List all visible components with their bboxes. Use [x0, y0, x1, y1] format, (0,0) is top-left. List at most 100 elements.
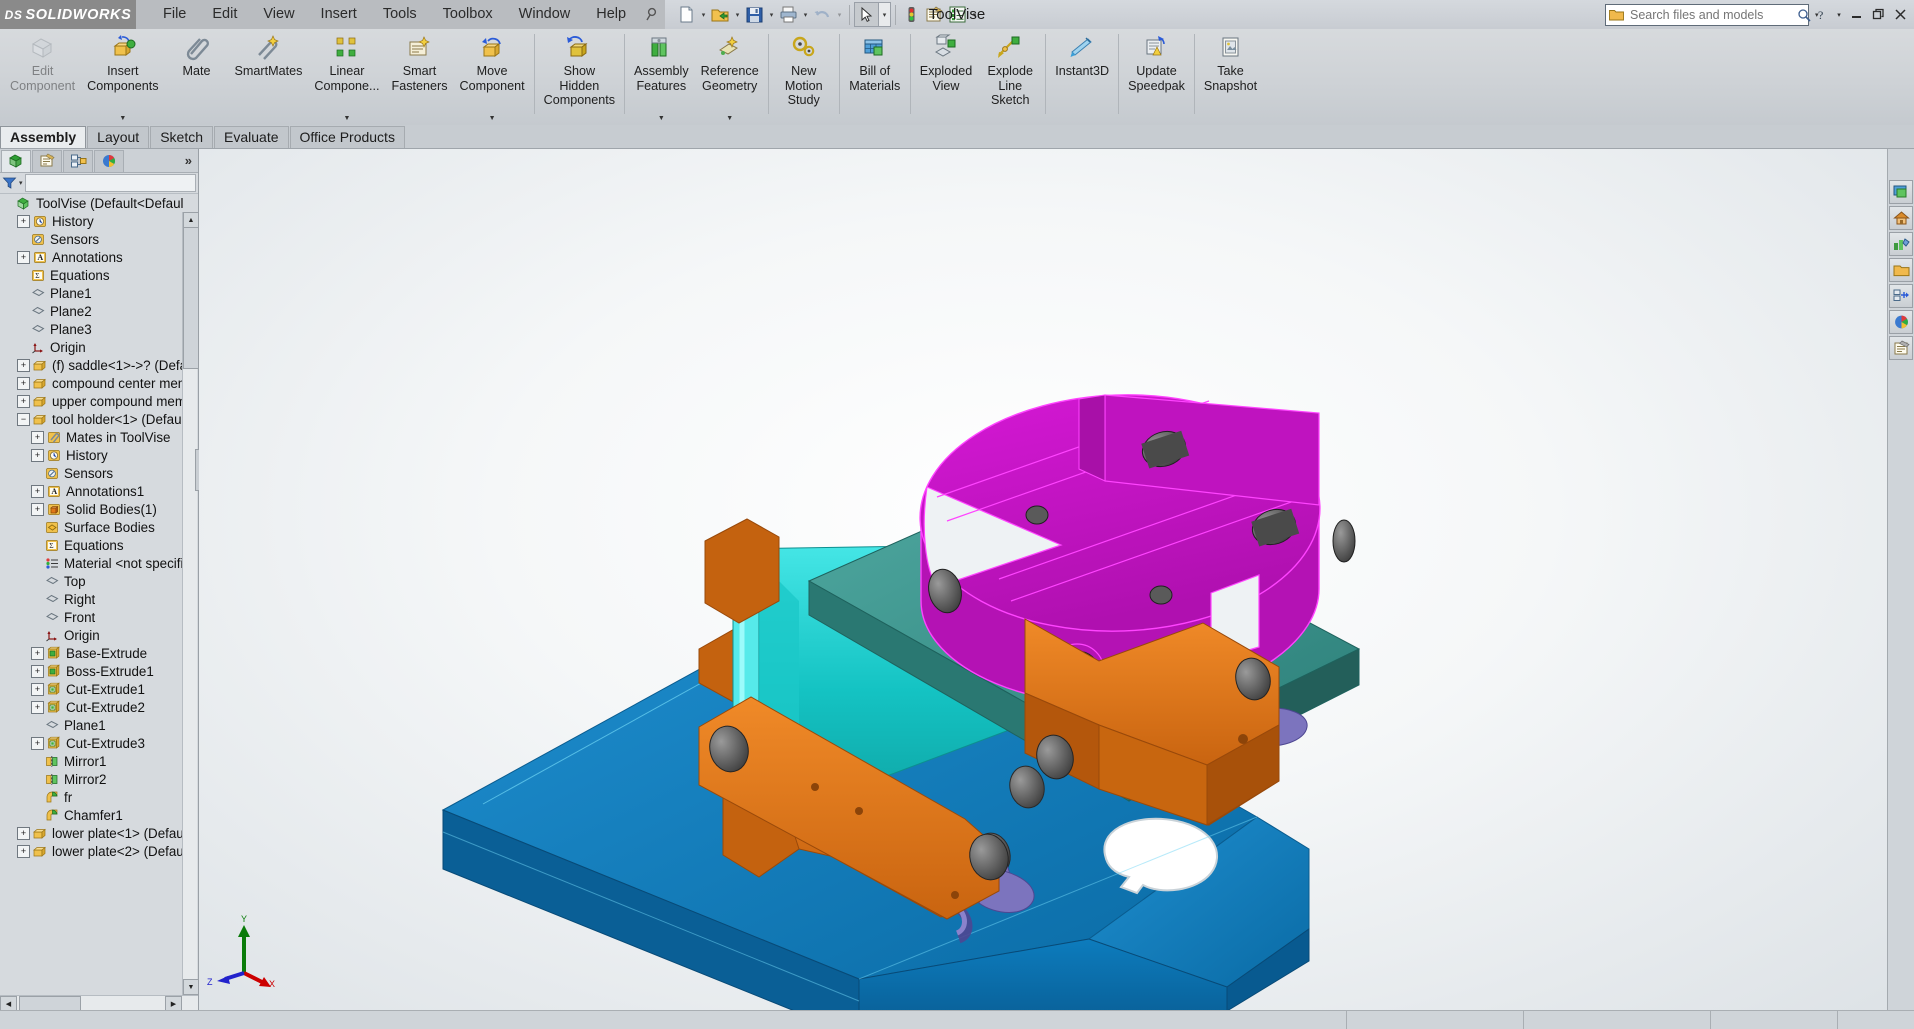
close-icon[interactable]: [1891, 4, 1910, 26]
tree-node[interactable]: ToolVise (Default<Default_: [0, 194, 183, 212]
ribbon-dropdown-arrow[interactable]: ▼: [658, 115, 665, 125]
tree-expander-minus[interactable]: −: [17, 412, 30, 426]
show-hidden-components-button[interactable]: Show Hidden Components: [538, 29, 621, 125]
tree-node[interactable]: Surface Bodies: [0, 518, 183, 536]
tree-node[interactable]: Chamfer1: [0, 806, 183, 824]
toolvise-3d-model[interactable]: [199, 149, 1888, 1011]
move-component-button[interactable]: Move Component ▼: [454, 29, 531, 125]
search-input[interactable]: [1628, 6, 1793, 23]
select-button[interactable]: [854, 2, 880, 27]
ribbon-dropdown-arrow[interactable]: ▼: [343, 115, 350, 125]
instant3d-button[interactable]: Instant3D: [1049, 29, 1115, 125]
tree-vertical-scrollbar[interactable]: ▲ ▼: [182, 212, 198, 1011]
tree-node[interactable]: + History: [0, 446, 183, 464]
tree-node[interactable]: Sensors: [0, 464, 183, 482]
tree-expander-plus[interactable]: +: [17, 844, 30, 858]
sw-resources-icon[interactable]: [1889, 180, 1913, 204]
menu-insert[interactable]: Insert: [308, 0, 370, 29]
menu-tools[interactable]: Tools: [370, 0, 430, 29]
tree-node[interactable]: + Boss-Extrude1: [0, 662, 183, 680]
tab-office-products[interactable]: Office Products: [289, 126, 405, 148]
appearances-sphere-icon[interactable]: [1889, 310, 1913, 334]
new-document-dropdown[interactable]: ▾: [698, 3, 709, 26]
tree-expander-plus[interactable]: +: [17, 358, 30, 372]
print-button[interactable]: [777, 3, 800, 26]
tree-node[interactable]: Front: [0, 608, 183, 626]
help-button[interactable]: ?: [1812, 4, 1831, 26]
settings-button[interactable]: [946, 3, 969, 26]
tree-node[interactable]: Origin: [0, 338, 183, 356]
tree-hscroll-thumb[interactable]: [19, 996, 81, 1011]
tree-expander-plus[interactable]: +: [31, 664, 44, 678]
rebuild-button[interactable]: [900, 3, 923, 26]
menu-file[interactable]: File: [150, 0, 199, 29]
ribbon-dropdown-arrow[interactable]: ▼: [726, 115, 733, 125]
graphics-viewport[interactable]: ▼▼▼▼▼: [199, 149, 1914, 1011]
feature-manager-tab[interactable]: [1, 149, 31, 172]
search-box[interactable]: ▾: [1605, 3, 1819, 26]
menu-window[interactable]: Window: [506, 0, 584, 29]
view-palette-icon[interactable]: [1889, 284, 1913, 308]
update-speedpak-button[interactable]: Update Speedpak: [1122, 29, 1191, 125]
tree-expander-plus[interactable]: +: [31, 502, 44, 516]
tree-node[interactable]: Plane2: [0, 302, 183, 320]
tree-expander-plus[interactable]: +: [17, 214, 30, 228]
tree-node[interactable]: Sensors: [0, 230, 183, 248]
help-dropdown[interactable]: ▾: [1834, 4, 1844, 26]
tree-horizontal-scrollbar[interactable]: ◀ ▶: [0, 995, 198, 1011]
ribbon-dropdown-arrow[interactable]: ▼: [489, 115, 496, 125]
configuration-manager-tab[interactable]: [63, 149, 93, 172]
ribbon-dropdown-arrow[interactable]: ▼: [119, 115, 126, 125]
tree-node[interactable]: + Cut-Extrude1: [0, 680, 183, 698]
tab-layout[interactable]: Layout: [87, 126, 150, 148]
options-button[interactable]: [923, 3, 946, 26]
undo-dropdown[interactable]: ▾: [834, 3, 845, 26]
tree-node[interactable]: fr: [0, 788, 183, 806]
pushpin-icon[interactable]: [639, 0, 665, 29]
tree-node[interactable]: + lower plate<2> (Defaul: [0, 842, 183, 860]
tab-evaluate[interactable]: Evaluate: [214, 126, 289, 148]
tree-expander-plus[interactable]: +: [31, 646, 44, 660]
tree-node[interactable]: + Cut-Extrude3: [0, 734, 183, 752]
bill-of-materials-button[interactable]: Bill of Materials: [843, 29, 907, 125]
tree-node[interactable]: + (f) saddle<1>->? (Defa: [0, 356, 183, 374]
saddle-left-tab[interactable]: [704, 518, 780, 624]
mate-button[interactable]: Mate: [165, 29, 229, 125]
open-document-dropdown[interactable]: ▾: [732, 3, 743, 26]
tree-expander-plus[interactable]: +: [17, 376, 30, 390]
tree-node[interactable]: + A Annotations: [0, 248, 183, 266]
open-document-button[interactable]: [709, 3, 732, 26]
tree-node[interactable]: Material <not specifi: [0, 554, 183, 572]
design-library-home-icon[interactable]: [1889, 206, 1913, 230]
take-snapshot-button[interactable]: Take Snapshot: [1198, 29, 1263, 125]
edit-component-button[interactable]: Edit Component: [4, 29, 81, 125]
tree-node[interactable]: Plane3: [0, 320, 183, 338]
smart-fasteners-button[interactable]: Smart Fasteners: [386, 29, 454, 125]
tree-node[interactable]: + Base-Extrude: [0, 644, 183, 662]
tree-node[interactable]: Right: [0, 590, 183, 608]
explode-line-sketch-button[interactable]: Explode Line Sketch: [978, 29, 1042, 125]
exploded-view-button[interactable]: Exploded View: [914, 29, 979, 125]
settings-dropdown[interactable]: ▾: [969, 3, 980, 26]
tree-node[interactable]: Σ Equations: [0, 266, 183, 284]
menu-view[interactable]: View: [250, 0, 307, 29]
tree-node[interactable]: + lower plate<1> (Defaul: [0, 824, 183, 842]
tree-node[interactable]: + History: [0, 212, 183, 230]
insert-components-button[interactable]: Insert Components ▼: [81, 29, 164, 125]
reference-geometry-button[interactable]: Reference Geometry ▼: [695, 29, 765, 125]
tree-expander-plus[interactable]: +: [31, 430, 44, 444]
undo-button[interactable]: [811, 3, 834, 26]
tab-assembly[interactable]: Assembly: [0, 126, 87, 148]
save-button[interactable]: [743, 3, 766, 26]
tree-scroll-right-button[interactable]: ▶: [165, 996, 182, 1011]
custom-properties-icon[interactable]: [1889, 336, 1913, 360]
tree-node[interactable]: + Cut-Extrude2: [0, 698, 183, 716]
tree-expander-plus[interactable]: +: [31, 484, 44, 498]
tree-node[interactable]: + Mates in ToolVise: [0, 428, 183, 446]
filter-funnel-icon[interactable]: [2, 176, 17, 190]
menu-toolbox[interactable]: Toolbox: [430, 0, 506, 29]
select-dropdown[interactable]: ▾: [879, 2, 892, 27]
assembly-features-button[interactable]: Assembly Features ▼: [628, 29, 695, 125]
menu-help[interactable]: Help: [583, 0, 639, 29]
menu-edit[interactable]: Edit: [199, 0, 250, 29]
